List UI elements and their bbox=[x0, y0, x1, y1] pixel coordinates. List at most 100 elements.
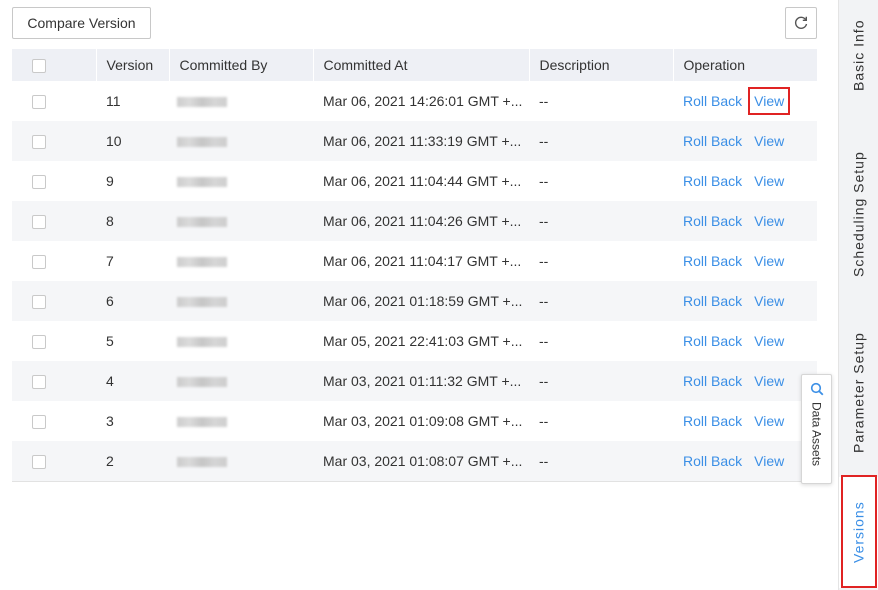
redacted-user bbox=[177, 97, 227, 108]
table-row: 10 Mar 06, 2021 11:33:19 GMT +... -- Roll B… bbox=[12, 121, 817, 161]
table-row: 8 Mar 06, 2021 11:04:26 GMT +... -- Roll Ba… bbox=[12, 201, 817, 241]
view-link[interactable]: View bbox=[754, 173, 784, 189]
version-cell: 11 bbox=[106, 93, 121, 109]
row-checkbox[interactable] bbox=[32, 415, 46, 430]
committed-by-cell bbox=[169, 121, 313, 161]
version-cell: 8 bbox=[106, 213, 114, 229]
committed-by-cell bbox=[169, 201, 313, 241]
right-sidebar: Basic Info Scheduling Setup Parameter Se… bbox=[838, 0, 878, 590]
table-row: 7 Mar 06, 2021 11:04:17 GMT +... -- Roll Ba… bbox=[12, 241, 817, 281]
roll-back-link[interactable]: Roll Back bbox=[683, 333, 742, 349]
committed-at-cell: Mar 06, 2021 11:04:17 GMT +... bbox=[323, 253, 522, 269]
version-cell: 2 bbox=[96, 441, 169, 482]
description-cell: -- bbox=[539, 133, 549, 149]
description-cell: -- bbox=[539, 373, 549, 389]
roll-back-link[interactable]: Roll Back bbox=[683, 253, 742, 269]
committed-by-cell bbox=[169, 441, 313, 482]
operation-cell: Roll Back View bbox=[673, 121, 817, 161]
roll-back-link[interactable]: Roll Back bbox=[683, 413, 742, 429]
table-row: 11 Mar 06, 2021 14:26:01 GMT +... -- Roll B… bbox=[12, 81, 817, 121]
view-link[interactable]: View bbox=[754, 253, 784, 269]
committed-at-cell: Mar 03, 2021 01:09:08 GMT +... bbox=[323, 413, 523, 429]
description-cell: -- bbox=[539, 293, 549, 309]
redacted-user bbox=[177, 217, 227, 228]
roll-back-link[interactable]: Roll Back bbox=[683, 293, 742, 309]
view-link[interactable]: View bbox=[754, 213, 784, 229]
header-version: Version bbox=[95, 49, 169, 81]
row-checkbox[interactable] bbox=[32, 215, 46, 230]
operation-cell: Roll Back View bbox=[673, 81, 817, 121]
redacted-user bbox=[177, 297, 227, 308]
header-committed-at: Committed At bbox=[312, 49, 529, 81]
data-assets-button[interactable]: Data Assets bbox=[801, 374, 832, 484]
row-select-cell bbox=[12, 361, 96, 401]
committed-by-cell bbox=[169, 401, 313, 441]
roll-back-link[interactable]: Roll Back bbox=[683, 213, 742, 229]
row-select-cell bbox=[12, 321, 96, 361]
description-cell: -- bbox=[539, 413, 549, 429]
committed-by-cell bbox=[169, 161, 313, 201]
row-select-cell bbox=[12, 201, 96, 241]
view-link[interactable]: View bbox=[748, 87, 791, 115]
row-checkbox[interactable] bbox=[32, 255, 46, 270]
roll-back-link[interactable]: Roll Back bbox=[683, 133, 742, 149]
committed-by-cell bbox=[169, 321, 313, 361]
version-cell: 3 bbox=[106, 413, 114, 429]
version-cell: 5 bbox=[106, 333, 114, 349]
committed-at-cell: Mar 03, 2021 01:11:32 GMT +... bbox=[323, 373, 522, 389]
row-checkbox[interactable] bbox=[32, 335, 46, 350]
description-cell: -- bbox=[529, 441, 673, 482]
committed-by-cell bbox=[169, 81, 313, 121]
version-cell: 6 bbox=[106, 293, 114, 309]
row-select-cell bbox=[12, 241, 96, 281]
row-select-cell bbox=[12, 441, 96, 482]
table-row: 9 Mar 06, 2021 11:04:44 GMT +... -- Roll Ba… bbox=[12, 161, 817, 201]
row-checkbox[interactable] bbox=[32, 135, 46, 150]
view-link[interactable]: View bbox=[754, 293, 784, 309]
compare-version-button[interactable]: Compare Version bbox=[12, 7, 151, 39]
version-cell: 9 bbox=[106, 173, 114, 189]
view-link[interactable]: View bbox=[754, 133, 784, 149]
roll-back-link[interactable]: Roll Back bbox=[683, 93, 742, 109]
tab-versions[interactable]: Versions bbox=[839, 477, 878, 588]
versions-panel: Compare Version Version Committed By Com… bbox=[0, 0, 838, 590]
redacted-user bbox=[177, 337, 227, 348]
tab-parameter-setup[interactable]: Parameter Setup bbox=[839, 318, 878, 468]
row-checkbox[interactable] bbox=[32, 95, 46, 110]
row-checkbox[interactable] bbox=[32, 175, 46, 190]
view-link[interactable]: View bbox=[754, 413, 784, 429]
row-select-cell bbox=[12, 161, 96, 201]
refresh-button[interactable] bbox=[785, 7, 817, 39]
view-link[interactable]: View bbox=[754, 373, 784, 389]
tab-scheduling-setup[interactable]: Scheduling Setup bbox=[839, 130, 878, 298]
committed-at-cell: Mar 06, 2021 11:04:26 GMT +... bbox=[323, 213, 522, 229]
view-link[interactable]: View bbox=[754, 453, 784, 469]
select-all-cell bbox=[12, 49, 96, 81]
data-assets-label: Data Assets bbox=[809, 402, 824, 467]
select-all-checkbox[interactable] bbox=[32, 59, 46, 74]
view-link[interactable]: View bbox=[754, 333, 784, 349]
roll-back-link[interactable]: Roll Back bbox=[683, 173, 742, 189]
table-header-row: Version Committed By Committed At Descri… bbox=[12, 49, 817, 81]
search-icon bbox=[810, 382, 823, 396]
header-operation: Operation bbox=[672, 49, 817, 81]
redacted-user bbox=[177, 417, 227, 428]
operation-cell: Roll Back View bbox=[673, 241, 817, 281]
tab-basic-info[interactable]: Basic Info bbox=[839, 0, 878, 110]
redacted-user bbox=[177, 137, 227, 148]
row-select-cell bbox=[12, 281, 96, 321]
roll-back-link[interactable]: Roll Back bbox=[683, 373, 742, 389]
row-select-cell bbox=[12, 121, 96, 161]
redacted-user bbox=[177, 457, 227, 468]
redacted-user bbox=[177, 377, 227, 388]
versions-table: Version Committed By Committed At Descri… bbox=[12, 49, 817, 482]
description-cell: -- bbox=[539, 173, 549, 189]
roll-back-link[interactable]: Roll Back bbox=[683, 453, 742, 469]
description-cell: -- bbox=[539, 213, 549, 229]
table-body: 11 Mar 06, 2021 14:26:01 GMT +... -- Roll B… bbox=[12, 81, 817, 482]
operation-cell: Roll Back View bbox=[673, 321, 817, 361]
row-checkbox[interactable] bbox=[32, 375, 46, 390]
row-checkbox[interactable] bbox=[32, 454, 46, 469]
table-row: 4 Mar 03, 2021 01:11:32 GMT +... -- Roll Ba… bbox=[12, 361, 817, 401]
row-checkbox[interactable] bbox=[32, 295, 46, 310]
